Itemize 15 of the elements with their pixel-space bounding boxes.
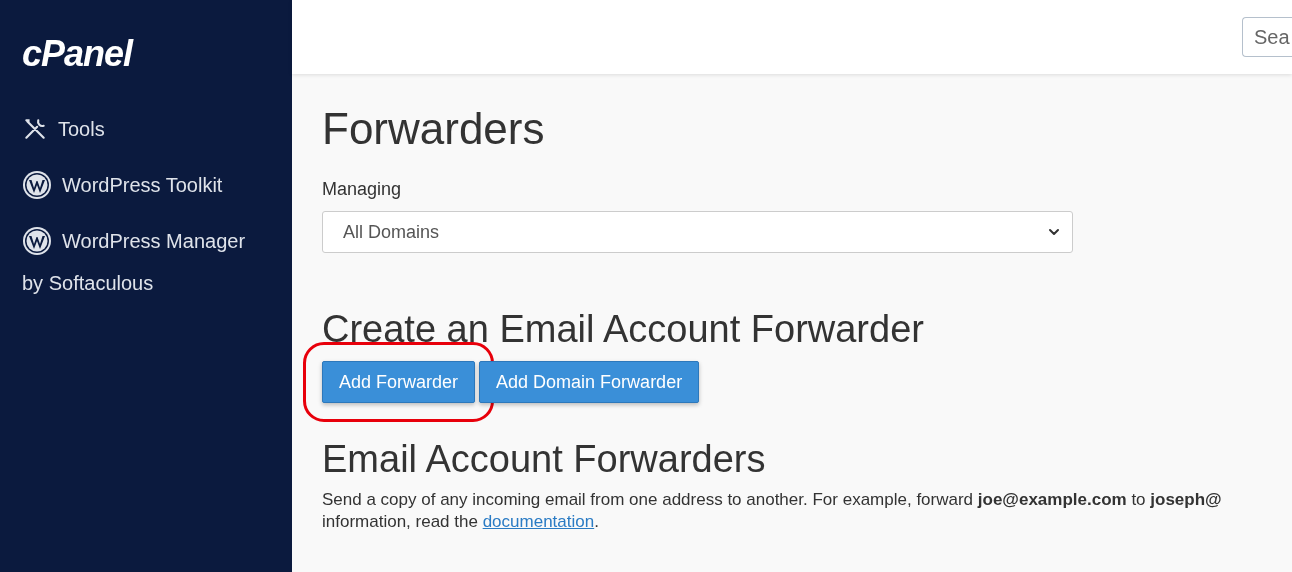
sidebar-item[interactable]: Tools [22, 114, 292, 144]
section-heading: Email Account Forwarders [322, 437, 766, 481]
section-heading: Create an Email Account Forwarder [322, 307, 924, 351]
search-field[interactable]: Sea [1242, 17, 1292, 57]
managing-label: Managing [322, 178, 402, 201]
documentation-link[interactable]: documentation [482, 512, 595, 531]
description-text: Send a copy of any incoming email from one address to another. For example, forward joe@example.com to joseph@ information, read the documentation. [322, 489, 1223, 533]
sidebar-item[interactable]: WordPress Manager by Softaculous [22, 226, 292, 298]
sidebar-item[interactable]: WordPress Toolkit [22, 170, 292, 200]
page-title: Forwarders [322, 103, 545, 155]
cpanel-logo: cPanel [22, 36, 133, 72]
domain-select[interactable]: All Domains [322, 211, 1073, 253]
tools-icon [22, 116, 48, 142]
wordpress-icon [22, 226, 52, 256]
wordpress-icon [22, 170, 52, 200]
